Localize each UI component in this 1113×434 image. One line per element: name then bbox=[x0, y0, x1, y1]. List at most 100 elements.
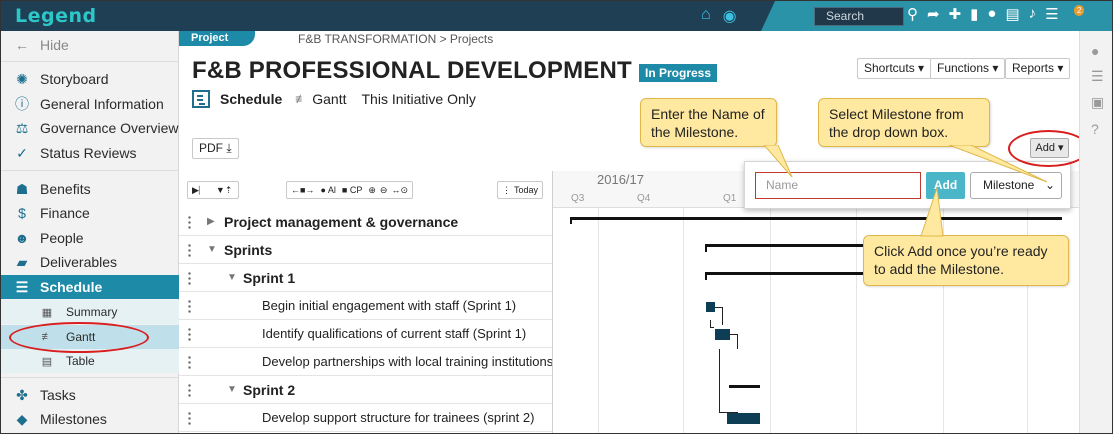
dependency-line bbox=[719, 349, 738, 413]
pdf-button[interactable]: PDF ⤓ bbox=[192, 138, 239, 159]
search-icon[interactable]: ⚲ bbox=[907, 5, 918, 23]
search-input[interactable]: Search bbox=[814, 7, 904, 26]
task-bar[interactable] bbox=[715, 329, 730, 340]
grid-line bbox=[683, 208, 684, 433]
brand-logo[interactable]: Legend bbox=[15, 5, 97, 27]
bell-icon[interactable]: ♪ bbox=[1029, 5, 1037, 23]
globe-icon[interactable]: ◉ bbox=[723, 6, 737, 26]
divider bbox=[1, 170, 179, 171]
summary-bar[interactable] bbox=[570, 217, 1062, 220]
dollar-icon: $ bbox=[18, 205, 26, 221]
comment-icon[interactable]: ● bbox=[1091, 43, 1099, 59]
collapse-icon[interactable]: ▼ bbox=[207, 244, 217, 255]
collapse-icon[interactable]: ▼ bbox=[227, 384, 237, 395]
sidebar-item-milestones[interactable]: ◆ Milestones bbox=[1, 407, 179, 431]
task-bar[interactable] bbox=[727, 413, 760, 424]
table-row[interactable]: Develop support structure for trainees (… bbox=[179, 404, 553, 432]
gantt-view-label[interactable]: Gantt bbox=[312, 91, 346, 107]
table-row[interactable]: ▶ Project management & governance bbox=[179, 208, 553, 236]
summary-bar-cap bbox=[570, 217, 572, 224]
summary-bar[interactable] bbox=[729, 385, 760, 388]
sidebar-item-general-information[interactable]: ⓘ General Information bbox=[1, 92, 179, 116]
callout-click-add: Click Add once you’re ready to add the M… bbox=[863, 235, 1069, 286]
status-reviews-icon: ✓ bbox=[16, 144, 28, 161]
gantt-timeline: 2016/17 Q3 Q4 Q1 bbox=[553, 171, 1079, 433]
dependency-line bbox=[730, 334, 738, 349]
task-bar[interactable] bbox=[706, 302, 715, 312]
table-row[interactable]: Identify qualifications of current staff… bbox=[179, 320, 553, 348]
outdent-icon[interactable]: ▼⇡ bbox=[216, 185, 232, 196]
sidebar-item-label: Governance Overview bbox=[40, 120, 179, 136]
drag-handle-icon[interactable] bbox=[188, 271, 191, 285]
indent-icon[interactable]: ▶⎸ bbox=[192, 185, 208, 196]
grid-line bbox=[770, 208, 771, 433]
drag-handle-icon[interactable] bbox=[188, 215, 191, 229]
row-label: Sprints bbox=[224, 242, 273, 258]
row-label: Develop support structure for trainees (… bbox=[262, 410, 535, 425]
schedule-header: Schedule ≢ Gantt This Initiative Only bbox=[192, 90, 476, 108]
sidebar-item-finance[interactable]: $ Finance bbox=[1, 201, 179, 225]
breadcrumb[interactable]: F&B TRANSFORMATION > Projects bbox=[298, 32, 493, 46]
drag-handle-icon[interactable] bbox=[188, 355, 191, 369]
shortcuts-button[interactable]: Shortcuts ▾ bbox=[857, 58, 932, 79]
callout-enter-name: Enter the Name of the Milestone. bbox=[640, 98, 777, 147]
divider bbox=[1, 61, 179, 62]
help-icon[interactable]: ? bbox=[1091, 121, 1099, 137]
fit-icon[interactable]: ↔⊙ bbox=[391, 185, 408, 196]
today-button[interactable]: ⋮ Today bbox=[497, 181, 544, 199]
callout-tail bbox=[948, 145, 1048, 183]
summary-bar[interactable] bbox=[705, 272, 863, 275]
table-row[interactable]: Begin initial engagement with staff (Spr… bbox=[179, 292, 553, 320]
list-icon[interactable]: ☰ bbox=[1091, 68, 1104, 85]
sidebar-item-tasks[interactable]: ✤ Tasks bbox=[1, 383, 179, 407]
table-row[interactable]: ▼ Sprint 1 bbox=[179, 264, 553, 292]
sidebar-item-deliverables[interactable]: ▰ Deliverables bbox=[1, 250, 179, 274]
menu-icon[interactable]: ☰ bbox=[1045, 5, 1058, 23]
functions-button[interactable]: Functions ▾ bbox=[930, 58, 1006, 79]
critical-path-toggle[interactable]: ■ CP bbox=[342, 185, 362, 195]
expand-icon[interactable]: ▶ bbox=[207, 216, 215, 227]
sidebar-item-people[interactable]: ☻ People bbox=[1, 226, 179, 250]
topbar-left-icons: ⌂ ◉ bbox=[701, 6, 737, 26]
sidebar-item-status-reviews[interactable]: ✓ Status Reviews bbox=[1, 141, 179, 165]
drag-handle-icon[interactable] bbox=[188, 411, 191, 425]
row-label: Develop partnerships with local training… bbox=[262, 354, 552, 369]
quarter-label: Q4 bbox=[637, 193, 651, 204]
reports-button[interactable]: Reports ▾ bbox=[1005, 58, 1071, 79]
home-icon[interactable]: ⌂ bbox=[701, 6, 711, 26]
drag-handle-icon[interactable] bbox=[188, 299, 191, 313]
sidebar-hide[interactable]: ← Hide bbox=[1, 33, 179, 57]
share-icon[interactable]: ➦ bbox=[927, 5, 940, 23]
summary-bar[interactable] bbox=[705, 244, 863, 247]
sidebar-item-schedule[interactable]: ☰ Schedule bbox=[1, 275, 179, 299]
view-controls: ←■→ ● Al ■ CP ⊕ ⊖ ↔⊙ bbox=[286, 181, 413, 199]
collapse-icon[interactable]: ▼ bbox=[227, 272, 237, 283]
today-icon: ⋮ bbox=[502, 184, 511, 195]
all-toggle[interactable]: ● Al bbox=[320, 185, 335, 195]
today-label: Today bbox=[514, 185, 539, 195]
table-row[interactable]: ▼ Sprint 2 bbox=[179, 376, 553, 404]
drag-handle-icon[interactable] bbox=[188, 327, 191, 341]
bookmark-icon[interactable]: ▮ bbox=[970, 5, 978, 23]
table-row[interactable]: ▼ Sprints bbox=[179, 236, 553, 264]
drag-handle-icon[interactable] bbox=[188, 243, 191, 257]
sidebar: ← Hide ✺ Storyboard ⓘ General Informatio… bbox=[1, 31, 179, 433]
topbar-right-icons: ⚲ ➦ ✚ ▮ ● ▤ ♪ ☰ bbox=[907, 5, 1059, 23]
lock-icon[interactable]: ▣ bbox=[1091, 94, 1104, 111]
sidebar-item-storyboard[interactable]: ✺ Storyboard bbox=[1, 67, 179, 91]
sidebar-item-benefits[interactable]: ☗ Benefits bbox=[1, 177, 179, 201]
row-label: Sprint 2 bbox=[243, 382, 296, 398]
chat-icon[interactable]: ● bbox=[987, 5, 996, 23]
zoom-in-icon[interactable]: ⊕ bbox=[368, 185, 376, 196]
project-tab[interactable]: Project bbox=[179, 31, 255, 46]
sidebar-sub-summary[interactable]: ▦ Summary bbox=[1, 300, 179, 324]
sidebar-item-governance-overview[interactable]: ⚖ Governance Overview bbox=[1, 116, 179, 140]
drag-handle-icon[interactable] bbox=[188, 383, 191, 397]
expand-icon[interactable]: ←■→ bbox=[291, 185, 314, 195]
zoom-out-icon[interactable]: ⊖ bbox=[380, 185, 388, 196]
scope-label[interactable]: This Initiative Only bbox=[362, 91, 476, 107]
table-row[interactable]: Develop partnerships with local training… bbox=[179, 348, 553, 376]
document-icon[interactable]: ▤ bbox=[1005, 5, 1019, 23]
plus-icon[interactable]: ✚ bbox=[949, 5, 962, 23]
page-title: F&B PROFESSIONAL DEVELOPMENT bbox=[192, 57, 632, 84]
